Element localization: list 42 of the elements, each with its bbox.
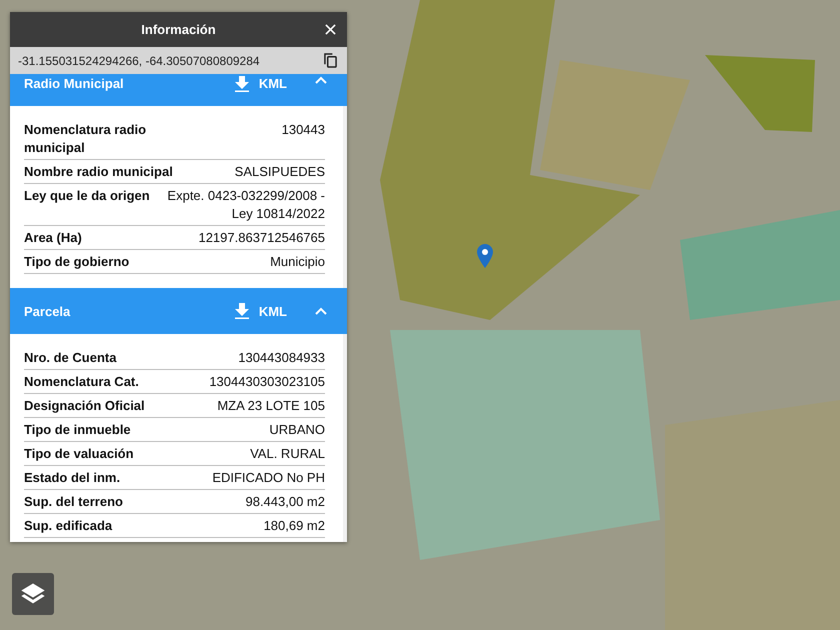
field-value: URBANO [269,421,325,439]
download-icon[interactable] [234,303,249,319]
field-value: 130443 [282,121,325,139]
field-value: MZA 23 LOTE 105 [217,397,325,415]
field-label: Nro. de Cuenta [24,349,116,367]
field-label: Nombre radio municipal [24,163,173,181]
coordinates-text: -31.155031524294266, -64.30507080809284 [18,54,260,68]
field-label: Tipo de inmueble [24,421,131,439]
field-label: Area (Ha) [24,229,82,247]
field-value: 1304430303023105 [209,373,325,391]
field-value: Expte. 0423-032299/2008 - Ley 10814/2022 [166,187,325,223]
field-value: SALSIPUEDES [234,163,325,181]
section-header[interactable]: Parcela KML [10,288,347,334]
field-label: Designación Oficial [24,397,145,415]
field-label: Estado del inm. [24,469,120,487]
field-label: Nomenclatura Cat. [24,373,139,391]
map-pin-icon[interactable] [477,244,493,268]
field-label: Tipo de gobierno [24,253,130,271]
layers-button[interactable] [12,573,54,615]
field-value: 12197.863712546765 [198,229,325,247]
field-label: Sup. edificada [24,517,112,535]
field-label: Tipo de valuación [24,445,134,463]
copy-icon[interactable] [324,53,337,68]
field-value: Municipio [270,253,325,271]
kml-link[interactable]: KML [258,76,287,91]
chevron-icon[interactable] [315,307,327,315]
chevron-icon[interactable] [315,76,327,84]
close-button[interactable] [324,23,337,36]
field-label: Ley que le da origen [24,187,150,205]
section-title: Parcela [24,304,72,318]
section-header[interactable]: Radio Municipal KML [10,74,347,106]
kml-link[interactable]: KML [258,304,287,318]
field-value: EDIFICADO No PH [212,469,325,487]
section-title: Radio Municipal [24,76,125,91]
field-value: VAL. RURAL [250,445,325,463]
field-value: 98.443,00 m2 [245,493,325,511]
field-value: 180,69 m2 [264,517,325,535]
field-label: Sup. del terreno [24,493,123,511]
field-label: Nomenclatura radio municipal [24,121,148,157]
panel-title: Información [141,22,216,37]
download-icon[interactable] [234,76,249,92]
field-value: 130443084933 [238,349,325,367]
